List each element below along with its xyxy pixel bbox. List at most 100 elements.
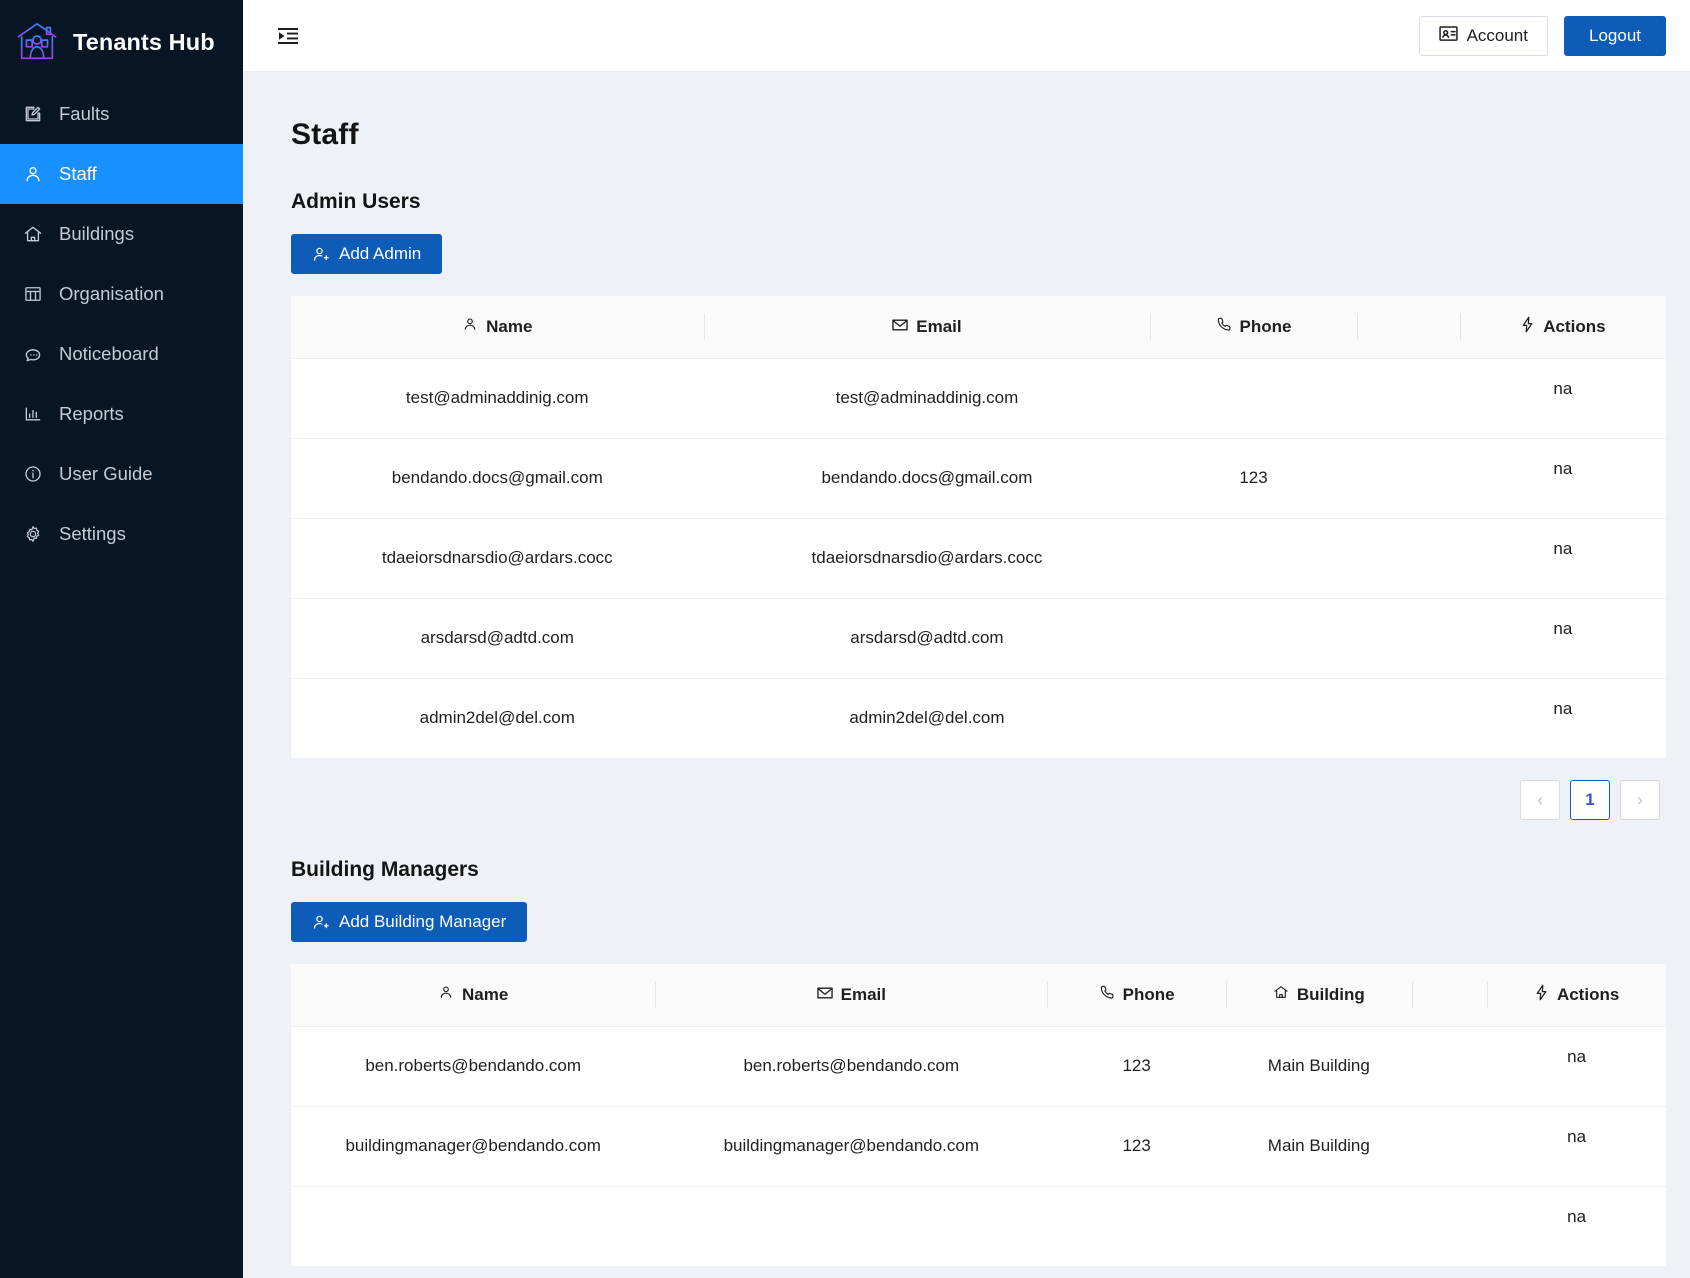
- app-root: Tenants Hub Faults Staff Buildings Organ…: [0, 0, 1690, 1278]
- cell-building: [1226, 1186, 1412, 1266]
- thunderbolt-icon: [1534, 984, 1549, 1006]
- column-header-building[interactable]: Building: [1226, 964, 1412, 1027]
- column-header-empty: [1411, 964, 1488, 1027]
- cell-empty: [1357, 678, 1460, 758]
- edit-square-icon: [22, 103, 44, 125]
- gear-icon: [22, 523, 44, 545]
- pagination-page-1[interactable]: 1: [1570, 780, 1610, 820]
- cell-actions[interactable]: na: [1460, 678, 1666, 758]
- column-header-phone[interactable]: Phone: [1047, 964, 1226, 1027]
- sidebar: Tenants Hub Faults Staff Buildings Organ…: [0, 0, 243, 1278]
- table-row[interactable]: test@adminaddinig.com test@adminaddinig.…: [291, 358, 1666, 439]
- column-header-name[interactable]: Name: [291, 296, 704, 359]
- cell-name: ben.roberts@bendando.com: [291, 1026, 656, 1107]
- table-row[interactable]: buildingmanager@bendando.com buildingman…: [291, 1106, 1666, 1187]
- column-header-email[interactable]: Email: [703, 296, 1151, 359]
- sidebar-item-reports[interactable]: Reports: [0, 384, 243, 444]
- sidebar-item-noticeboard[interactable]: Noticeboard: [0, 324, 243, 384]
- column-header-email[interactable]: Email: [655, 964, 1048, 1027]
- column-header-actions[interactable]: Actions: [1487, 964, 1666, 1027]
- sidebar-item-label: Settings: [59, 523, 126, 544]
- column-header-phone[interactable]: Phone: [1150, 296, 1357, 359]
- user-add-icon: [312, 245, 330, 263]
- cell-name: test@adminaddinig.com: [291, 358, 704, 439]
- table-row[interactable]: admin2del@del.com admin2del@del.com na: [291, 678, 1666, 758]
- sidebar-item-faults[interactable]: Faults: [0, 84, 243, 144]
- cell-empty: [1412, 1186, 1488, 1266]
- user-icon: [22, 163, 44, 185]
- mail-icon: [816, 985, 833, 1005]
- logout-button[interactable]: Logout: [1564, 15, 1666, 56]
- table-row[interactable]: na: [291, 1186, 1666, 1266]
- table-row[interactable]: bendando.docs@gmail.com bendando.docs@gm…: [291, 438, 1666, 519]
- phone-icon: [1216, 316, 1232, 337]
- sidebar-item-staff[interactable]: Staff: [0, 144, 243, 204]
- cell-empty: [1356, 438, 1460, 519]
- cell-building: Main Building: [1226, 1106, 1412, 1187]
- sidebar-item-label: Reports: [59, 403, 124, 424]
- cell-empty: [1356, 518, 1460, 599]
- sidebar-item-organisation[interactable]: Organisation: [0, 264, 243, 324]
- home-icon: [1273, 984, 1289, 1005]
- cell-name: arsdarsd@adtd.com: [291, 598, 704, 679]
- table-row[interactable]: arsdarsd@adtd.com arsdarsd@adtd.com na: [291, 598, 1666, 679]
- sidebar-item-buildings[interactable]: Buildings: [0, 204, 243, 264]
- cell-building: Main Building: [1226, 1026, 1412, 1107]
- page-content: Staff Admin Users Add Admin Name Email P…: [243, 72, 1690, 1278]
- sidebar-item-label: Staff: [59, 163, 97, 184]
- cell-actions[interactable]: na: [1459, 358, 1666, 439]
- cell-actions[interactable]: na: [1459, 598, 1666, 679]
- cell-email: test@adminaddinig.com: [703, 358, 1151, 439]
- pagination-prev-button[interactable]: ‹: [1520, 780, 1560, 820]
- cell-phone: 123: [1047, 1106, 1226, 1187]
- cell-email: buildingmanager@bendando.com: [655, 1106, 1048, 1187]
- info-circle-icon: [22, 463, 44, 485]
- cell-email: bendando.docs@gmail.com: [703, 438, 1151, 519]
- cell-actions[interactable]: na: [1459, 438, 1666, 519]
- column-header-name[interactable]: Name: [291, 964, 656, 1027]
- sidebar-item-settings[interactable]: Settings: [0, 504, 243, 564]
- sidebar-item-user-guide[interactable]: User Guide: [0, 444, 243, 504]
- cell-name: tdaeiorsdnarsdio@ardars.cocc: [291, 518, 704, 599]
- cell-empty: [1356, 358, 1460, 439]
- user-add-icon: [312, 913, 330, 931]
- cell-actions[interactable]: na: [1487, 1106, 1666, 1187]
- page-title: Staff: [291, 118, 359, 151]
- column-header-actions[interactable]: Actions: [1459, 296, 1666, 359]
- cell-email: tdaeiorsdnarsdio@ardars.cocc: [703, 518, 1151, 599]
- sidebar-item-label: User Guide: [59, 463, 153, 484]
- cell-phone: [1150, 358, 1357, 439]
- cell-actions[interactable]: na: [1487, 1026, 1666, 1107]
- column-header-empty: [1356, 296, 1460, 359]
- account-button[interactable]: Account: [1418, 15, 1548, 56]
- cell-name: admin2del@del.com: [419, 708, 575, 728]
- admin-users-table: Name Email Phone Actions test@adminaddin…: [291, 296, 1666, 758]
- id-card-icon: [1438, 25, 1458, 46]
- house-person-icon: [14, 19, 60, 65]
- cell-phone: [1150, 598, 1357, 679]
- admin-users-table-body: test@adminaddinig.com test@adminaddinig.…: [291, 358, 1666, 758]
- table-row[interactable]: ben.roberts@bendando.com ben.roberts@ben…: [291, 1026, 1666, 1107]
- cell-name: [291, 1186, 655, 1266]
- cell-empty: [1411, 1106, 1488, 1187]
- pagination-next-button[interactable]: ›: [1620, 780, 1660, 820]
- add-building-manager-label: Add Building Manager: [339, 912, 507, 931]
- cell-phone: 123: [1047, 1026, 1226, 1107]
- cell-actions[interactable]: na: [1459, 518, 1666, 599]
- table-row[interactable]: tdaeiorsdnarsdio@ardars.cocc tdaeiorsdna…: [291, 518, 1666, 599]
- brand-title: Tenants Hub: [73, 28, 215, 55]
- table-header-row: Name Email: [291, 296, 1666, 359]
- layout-icon: [22, 283, 44, 305]
- menu-unfold-icon[interactable]: [271, 19, 305, 53]
- column-header-label: Phone: [1239, 316, 1292, 336]
- column-header-label: Building: [1296, 984, 1365, 1004]
- cell-email: ben.roberts@bendando.com: [655, 1026, 1048, 1107]
- cell-phone: 123: [1150, 438, 1357, 519]
- phone-icon: [1099, 984, 1115, 1005]
- building-managers-table-body: ben.roberts@bendando.com ben.roberts@ben…: [291, 1026, 1666, 1266]
- add-admin-button[interactable]: Add Admin: [291, 234, 443, 274]
- building-managers-table-card: Name Email Phone Building Actions ben.ro…: [291, 964, 1666, 1266]
- cell-actions[interactable]: na: [1487, 1186, 1666, 1266]
- add-building-manager-button[interactable]: Add Building Manager: [291, 902, 528, 942]
- cell-email: admin2del@del.com: [849, 708, 1005, 728]
